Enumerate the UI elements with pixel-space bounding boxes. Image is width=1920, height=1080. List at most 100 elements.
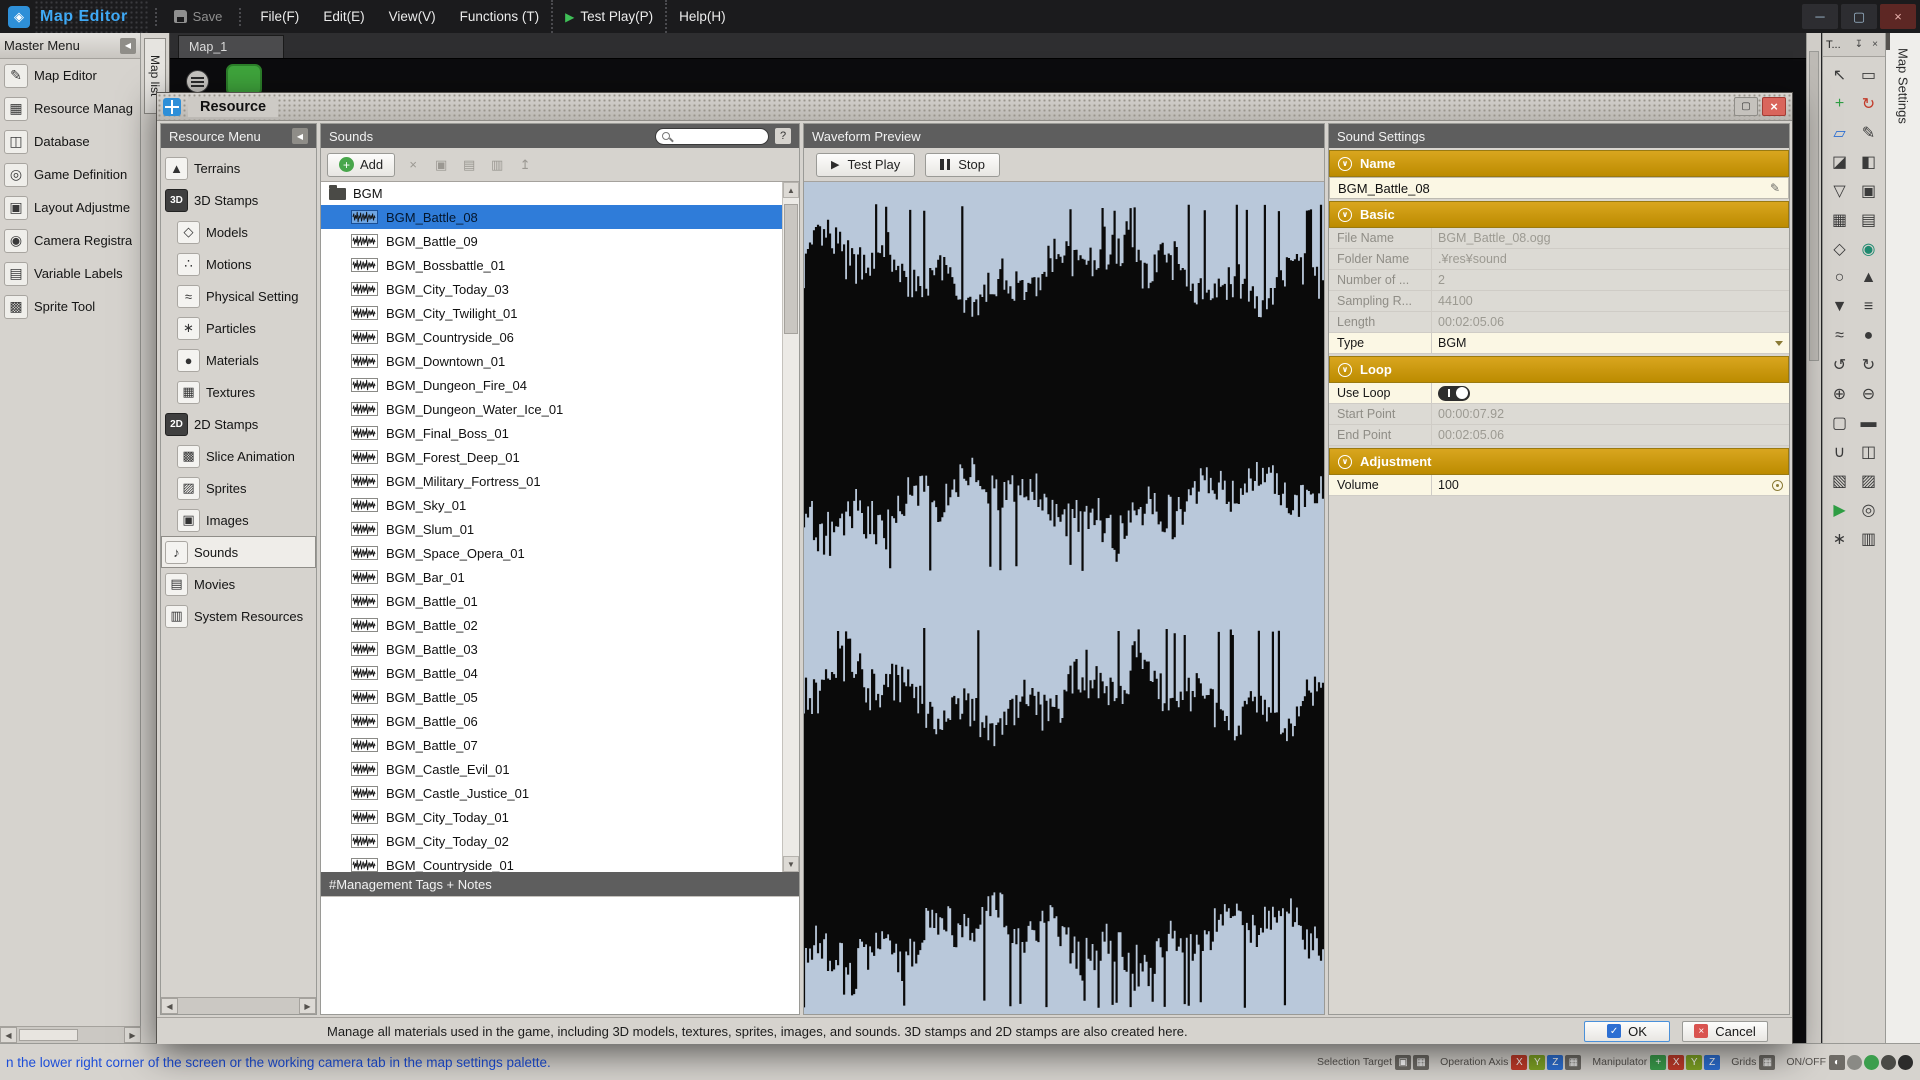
- master-menu-item[interactable]: ◉ Camera Registra: [0, 224, 140, 257]
- test-play-button[interactable]: ▶ Test Play: [816, 153, 915, 177]
- sound-row[interactable]: BGM_Final_Boss_01: [321, 421, 782, 445]
- cancel-button[interactable]: × Cancel: [1682, 1021, 1768, 1042]
- camera-icon[interactable]: ◉: [1854, 234, 1883, 263]
- add-button[interactable]: + Add: [327, 153, 395, 177]
- master-menu-hscrollbar[interactable]: ◀ ▶: [0, 1026, 141, 1043]
- maximize-button[interactable]: ▢: [1841, 4, 1877, 29]
- help-icon[interactable]: ?: [775, 128, 791, 144]
- scroll-left-icon[interactable]: ◀: [161, 998, 178, 1014]
- status-item[interactable]: X: [1668, 1055, 1684, 1070]
- fill-icon[interactable]: ◧: [1854, 147, 1883, 176]
- scroll-right-icon[interactable]: ▶: [299, 998, 316, 1014]
- status-item[interactable]: Z: [1704, 1055, 1720, 1070]
- pencil-icon[interactable]: ✎: [1770, 181, 1780, 195]
- eraser-icon[interactable]: ◪: [1825, 147, 1854, 176]
- scale-icon[interactable]: ▱: [1825, 118, 1854, 147]
- map-settings-strip[interactable]: Map Settings: [1885, 33, 1920, 1043]
- sound-row[interactable]: BGM_City_Today_03: [321, 277, 782, 301]
- sound-row[interactable]: BGM_Countryside_01: [321, 853, 782, 872]
- status-item[interactable]: ◐: [1829, 1055, 1845, 1070]
- resource-menu-item[interactable]: ▥ System Resources: [161, 600, 316, 632]
- status-item[interactable]: X: [1511, 1055, 1527, 1070]
- pan-icon[interactable]: ▢: [1825, 408, 1854, 437]
- master-menu-item[interactable]: ◫ Database: [0, 125, 140, 158]
- status-item[interactable]: [1864, 1055, 1879, 1070]
- ungroup-icon[interactable]: ▨: [1854, 466, 1883, 495]
- status-item[interactable]: [1898, 1055, 1913, 1070]
- sound-row[interactable]: BGM_Space_Opera_01: [321, 541, 782, 565]
- sound-row[interactable]: BGM_Bossbattle_01: [321, 253, 782, 277]
- master-menu-item[interactable]: ▦ Resource Manag: [0, 92, 140, 125]
- sound-row[interactable]: BGM_Battle_04: [321, 661, 782, 685]
- scroll-up-icon[interactable]: ▲: [783, 182, 799, 198]
- sound-row[interactable]: BGM_Castle_Justice_01: [321, 781, 782, 805]
- scroll-track[interactable]: [17, 1027, 124, 1043]
- menu-item[interactable]: ▶ Functions (T): [448, 0, 552, 33]
- spinner-icon[interactable]: [1772, 480, 1783, 491]
- master-menu-item[interactable]: ▤ Variable Labels: [0, 257, 140, 290]
- redo-icon[interactable]: ↻: [1854, 350, 1883, 379]
- resource-window-titlebar[interactable]: Resource ▢ ×: [157, 93, 1792, 121]
- stamp-icon[interactable]: ▣: [1854, 176, 1883, 205]
- eyedropper-icon[interactable]: ▽: [1825, 176, 1854, 205]
- resource-menu-hscrollbar[interactable]: ◀ ▶: [161, 997, 316, 1014]
- sound-row[interactable]: BGM_City_Today_02: [321, 829, 782, 853]
- sound-row[interactable]: BGM_Downtown_01: [321, 349, 782, 373]
- sound-row[interactable]: BGM_Castle_Evil_01: [321, 757, 782, 781]
- scroll-left-icon[interactable]: ◀: [0, 1027, 17, 1043]
- close-button[interactable]: ×: [1880, 4, 1916, 29]
- scroll-thumb[interactable]: [784, 204, 798, 334]
- sound-row[interactable]: BGM_Battle_05: [321, 685, 782, 709]
- section-header-name[interactable]: ∨ Name: [1329, 150, 1789, 177]
- raise-terrain-icon[interactable]: ▲: [1854, 263, 1883, 292]
- master-menu-item[interactable]: ✎ Map Editor: [0, 59, 140, 92]
- copy-icon[interactable]: ▤: [456, 153, 482, 177]
- list-overlay-icon[interactable]: [186, 70, 209, 93]
- resource-menu-item[interactable]: ▨ Sprites: [161, 472, 316, 504]
- sound-row[interactable]: BGM_Slum_01: [321, 517, 782, 541]
- sound-row[interactable]: BGM_Countryside_06: [321, 325, 782, 349]
- close-window-button[interactable]: ×: [1762, 97, 1786, 116]
- collapse-left-icon[interactable]: ◀: [292, 128, 308, 144]
- viewport-vscrollbar[interactable]: [1806, 33, 1821, 1043]
- menu-item[interactable]: ▶ View(V): [377, 0, 448, 33]
- sound-row[interactable]: BGM_Dungeon_Fire_04: [321, 373, 782, 397]
- resource-menu-item[interactable]: 3D 3D Stamps: [161, 184, 316, 216]
- sound-row[interactable]: BGM_Battle_06: [321, 709, 782, 733]
- resource-menu-item[interactable]: ∗ Particles: [161, 312, 316, 344]
- flatten-icon[interactable]: ≡: [1854, 292, 1883, 321]
- paint-icon[interactable]: ●: [1854, 321, 1883, 350]
- visibility-icon[interactable]: ◎: [1854, 495, 1883, 524]
- lower-terrain-icon[interactable]: ▼: [1825, 292, 1854, 321]
- light-icon[interactable]: ○: [1825, 263, 1854, 292]
- settings-row[interactable]: Type BGM: [1329, 333, 1789, 354]
- sound-row[interactable]: BGM_Dungeon_Water_Ice_01: [321, 397, 782, 421]
- search-box[interactable]: [655, 128, 769, 145]
- rect-select-icon[interactable]: ▭: [1854, 60, 1883, 89]
- status-item[interactable]: ▣: [1395, 1055, 1411, 1070]
- zoom-in-icon[interactable]: ⊕: [1825, 379, 1854, 408]
- trash-icon[interactable]: ▥: [1854, 524, 1883, 553]
- magnet-icon[interactable]: ∪: [1825, 437, 1854, 466]
- smooth-icon[interactable]: ≈: [1825, 321, 1854, 350]
- restore-button[interactable]: ▢: [1734, 97, 1758, 116]
- section-header-basic[interactable]: ∨ Basic: [1329, 201, 1789, 228]
- sound-row[interactable]: BGM_Military_Fortress_01: [321, 469, 782, 493]
- sound-row[interactable]: BGM_City_Twilight_01: [321, 301, 782, 325]
- master-menu-item[interactable]: ▣ Layout Adjustme: [0, 191, 140, 224]
- resource-menu-item[interactable]: ▤ Movies: [161, 568, 316, 600]
- sound-row[interactable]: BGM_Battle_09: [321, 229, 782, 253]
- zoom-out-icon[interactable]: ⊖: [1854, 379, 1883, 408]
- sound-row[interactable]: BGM_Battle_07: [321, 733, 782, 757]
- resource-menu-item[interactable]: ♪ Sounds: [161, 536, 316, 568]
- sound-row[interactable]: BGM_Sky_01: [321, 493, 782, 517]
- mirror-icon[interactable]: ◫: [1854, 437, 1883, 466]
- scroll-track[interactable]: [178, 998, 299, 1014]
- master-menu-item[interactable]: ◎ Game Definition: [0, 158, 140, 191]
- map-tab[interactable]: Map_1: [178, 35, 284, 58]
- status-item[interactable]: [1881, 1055, 1896, 1070]
- section-header-loop[interactable]: ∨ Loop: [1329, 356, 1789, 383]
- sound-list-vscrollbar[interactable]: ▲ ▼: [782, 182, 799, 872]
- resource-menu-item[interactable]: ▲ Terrains: [161, 152, 316, 184]
- cube-icon[interactable]: ◇: [1825, 234, 1854, 263]
